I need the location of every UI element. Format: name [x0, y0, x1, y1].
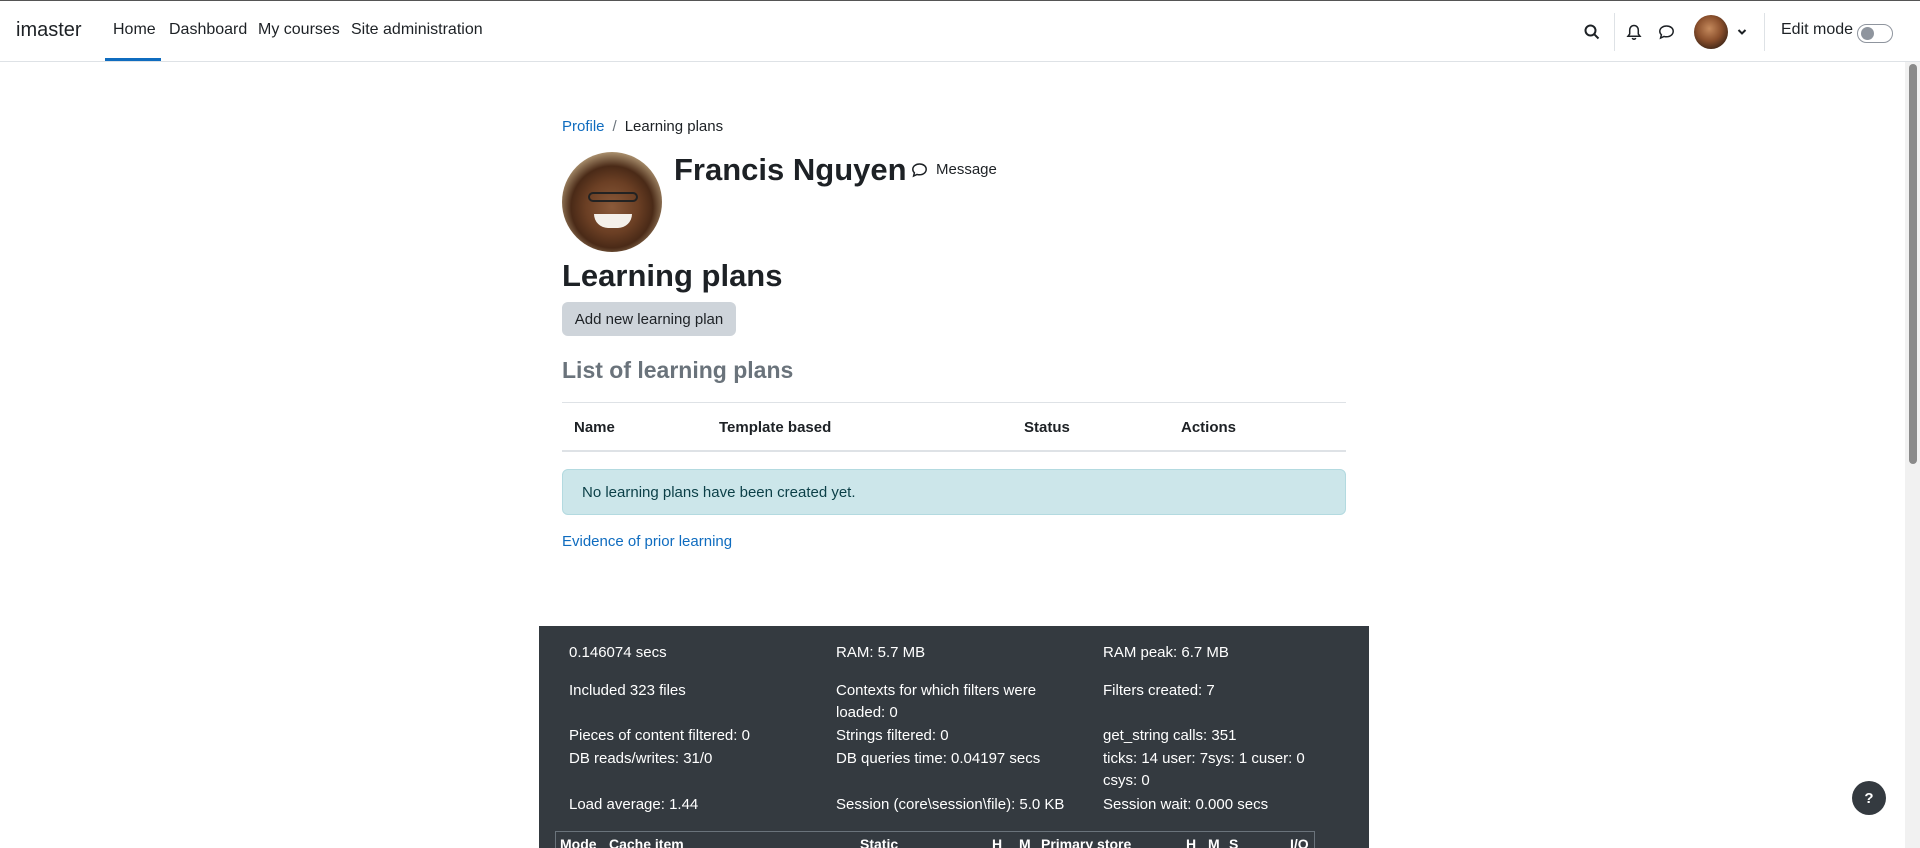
nav-divider	[1764, 13, 1765, 51]
perf-ticks-line1: ticks: 14 user: 7sys: 1 cuser: 0	[1103, 750, 1305, 767]
perf-contexts-line1: Contexts for which filters were	[836, 682, 1037, 699]
cache-col-primary-store: Primary store	[1041, 836, 1132, 848]
message-label: Message	[936, 161, 997, 178]
cache-col-m: M	[1019, 836, 1031, 848]
chat-icon[interactable]	[1655, 21, 1677, 43]
empty-state-alert: No learning plans have been created yet.	[562, 469, 1346, 515]
add-learning-plan-button[interactable]: Add new learning plan	[562, 302, 736, 336]
chevron-down-icon[interactable]	[1731, 21, 1753, 43]
cache-col-m2: M	[1208, 836, 1220, 848]
chat-icon	[912, 162, 927, 177]
perf-db-queries: DB queries time: 0.04197 secs	[836, 750, 1041, 767]
toggle-knob	[1861, 27, 1874, 40]
profile-picture[interactable]	[562, 152, 662, 252]
column-header-actions: Actions	[1181, 419, 1237, 436]
column-header-status: Status	[1024, 419, 1070, 436]
cache-table-header: Mode Cache item Static H M Primary store…	[555, 831, 1315, 848]
cache-col-s: S	[1229, 836, 1239, 848]
scrollbar-thumb[interactable]	[1909, 64, 1917, 464]
perf-db-reads: DB reads/writes: 31/0	[569, 750, 713, 767]
evidence-of-prior-learning-link[interactable]: Evidence of prior learning	[562, 533, 732, 550]
perf-included-files: Included 323 files	[569, 682, 686, 699]
nav-active-indicator	[105, 58, 161, 61]
perf-get-string: get_string calls: 351	[1103, 727, 1237, 744]
top-navbar: imaster Home Dashboard My courses Site a…	[0, 0, 1920, 62]
nav-home[interactable]: Home	[113, 21, 156, 39]
perf-time: 0.146074 secs	[569, 644, 667, 661]
breadcrumb-profile[interactable]: Profile	[562, 118, 605, 135]
perf-load-average: Load average: 1.44	[569, 796, 699, 813]
perf-pieces-filtered: Pieces of content filtered: 0	[569, 727, 750, 744]
nav-divider	[1614, 13, 1615, 51]
perf-contexts-line2: loaded: 0	[836, 704, 898, 721]
site-brand[interactable]: imaster	[16, 19, 82, 42]
cache-col-io: I/O	[1290, 836, 1309, 848]
cache-col-item: Cache item	[609, 836, 684, 848]
nav-site-administration[interactable]: Site administration	[351, 21, 483, 39]
edit-mode-toggle[interactable]	[1857, 24, 1893, 43]
edit-mode-label: Edit mode	[1781, 21, 1854, 38]
list-heading: List of learning plans	[562, 357, 794, 383]
perf-ram: RAM: 5.7 MB	[836, 644, 926, 661]
performance-info: 0.146074 secs RAM: 5.7 MB RAM peak: 6.7 …	[539, 626, 1369, 848]
bell-icon[interactable]	[1623, 21, 1645, 43]
cache-col-h: H	[992, 836, 1003, 848]
help-button[interactable]: ?	[1852, 781, 1886, 815]
breadcrumb-current: Learning plans	[624, 118, 724, 135]
search-icon[interactable]	[1581, 21, 1603, 43]
column-header-name: Name	[574, 419, 615, 436]
breadcrumb: Profile / Learning plans	[562, 118, 723, 135]
perf-ticks-line2: csys: 0	[1103, 772, 1150, 789]
user-full-name: Francis Nguyen	[674, 152, 907, 187]
profile-picture-glasses	[588, 192, 638, 202]
nav-dashboard[interactable]: Dashboard	[169, 21, 247, 39]
column-header-template: Template based	[719, 419, 832, 436]
profile-picture-smile	[594, 214, 632, 228]
perf-session: Session (core\session\file): 5.0 KB	[836, 796, 1065, 813]
page-title: Learning plans	[562, 258, 783, 293]
perf-strings-filtered: Strings filtered: 0	[836, 727, 949, 744]
learning-plans-table-header: Name Template based Status Actions	[562, 402, 1346, 452]
cache-col-static: Static	[860, 836, 899, 848]
nav-my-courses[interactable]: My courses	[258, 21, 340, 39]
cache-col-mode: Mode	[560, 836, 597, 848]
user-avatar[interactable]	[1694, 15, 1728, 49]
cache-col-h2: H	[1186, 836, 1197, 848]
message-link[interactable]: Message	[911, 161, 997, 178]
perf-ram-peak: RAM peak: 6.7 MB	[1103, 644, 1229, 661]
breadcrumb-separator: /	[612, 118, 617, 135]
perf-session-wait: Session wait: 0.000 secs	[1103, 796, 1269, 813]
perf-filters-created: Filters created: 7	[1103, 682, 1215, 699]
